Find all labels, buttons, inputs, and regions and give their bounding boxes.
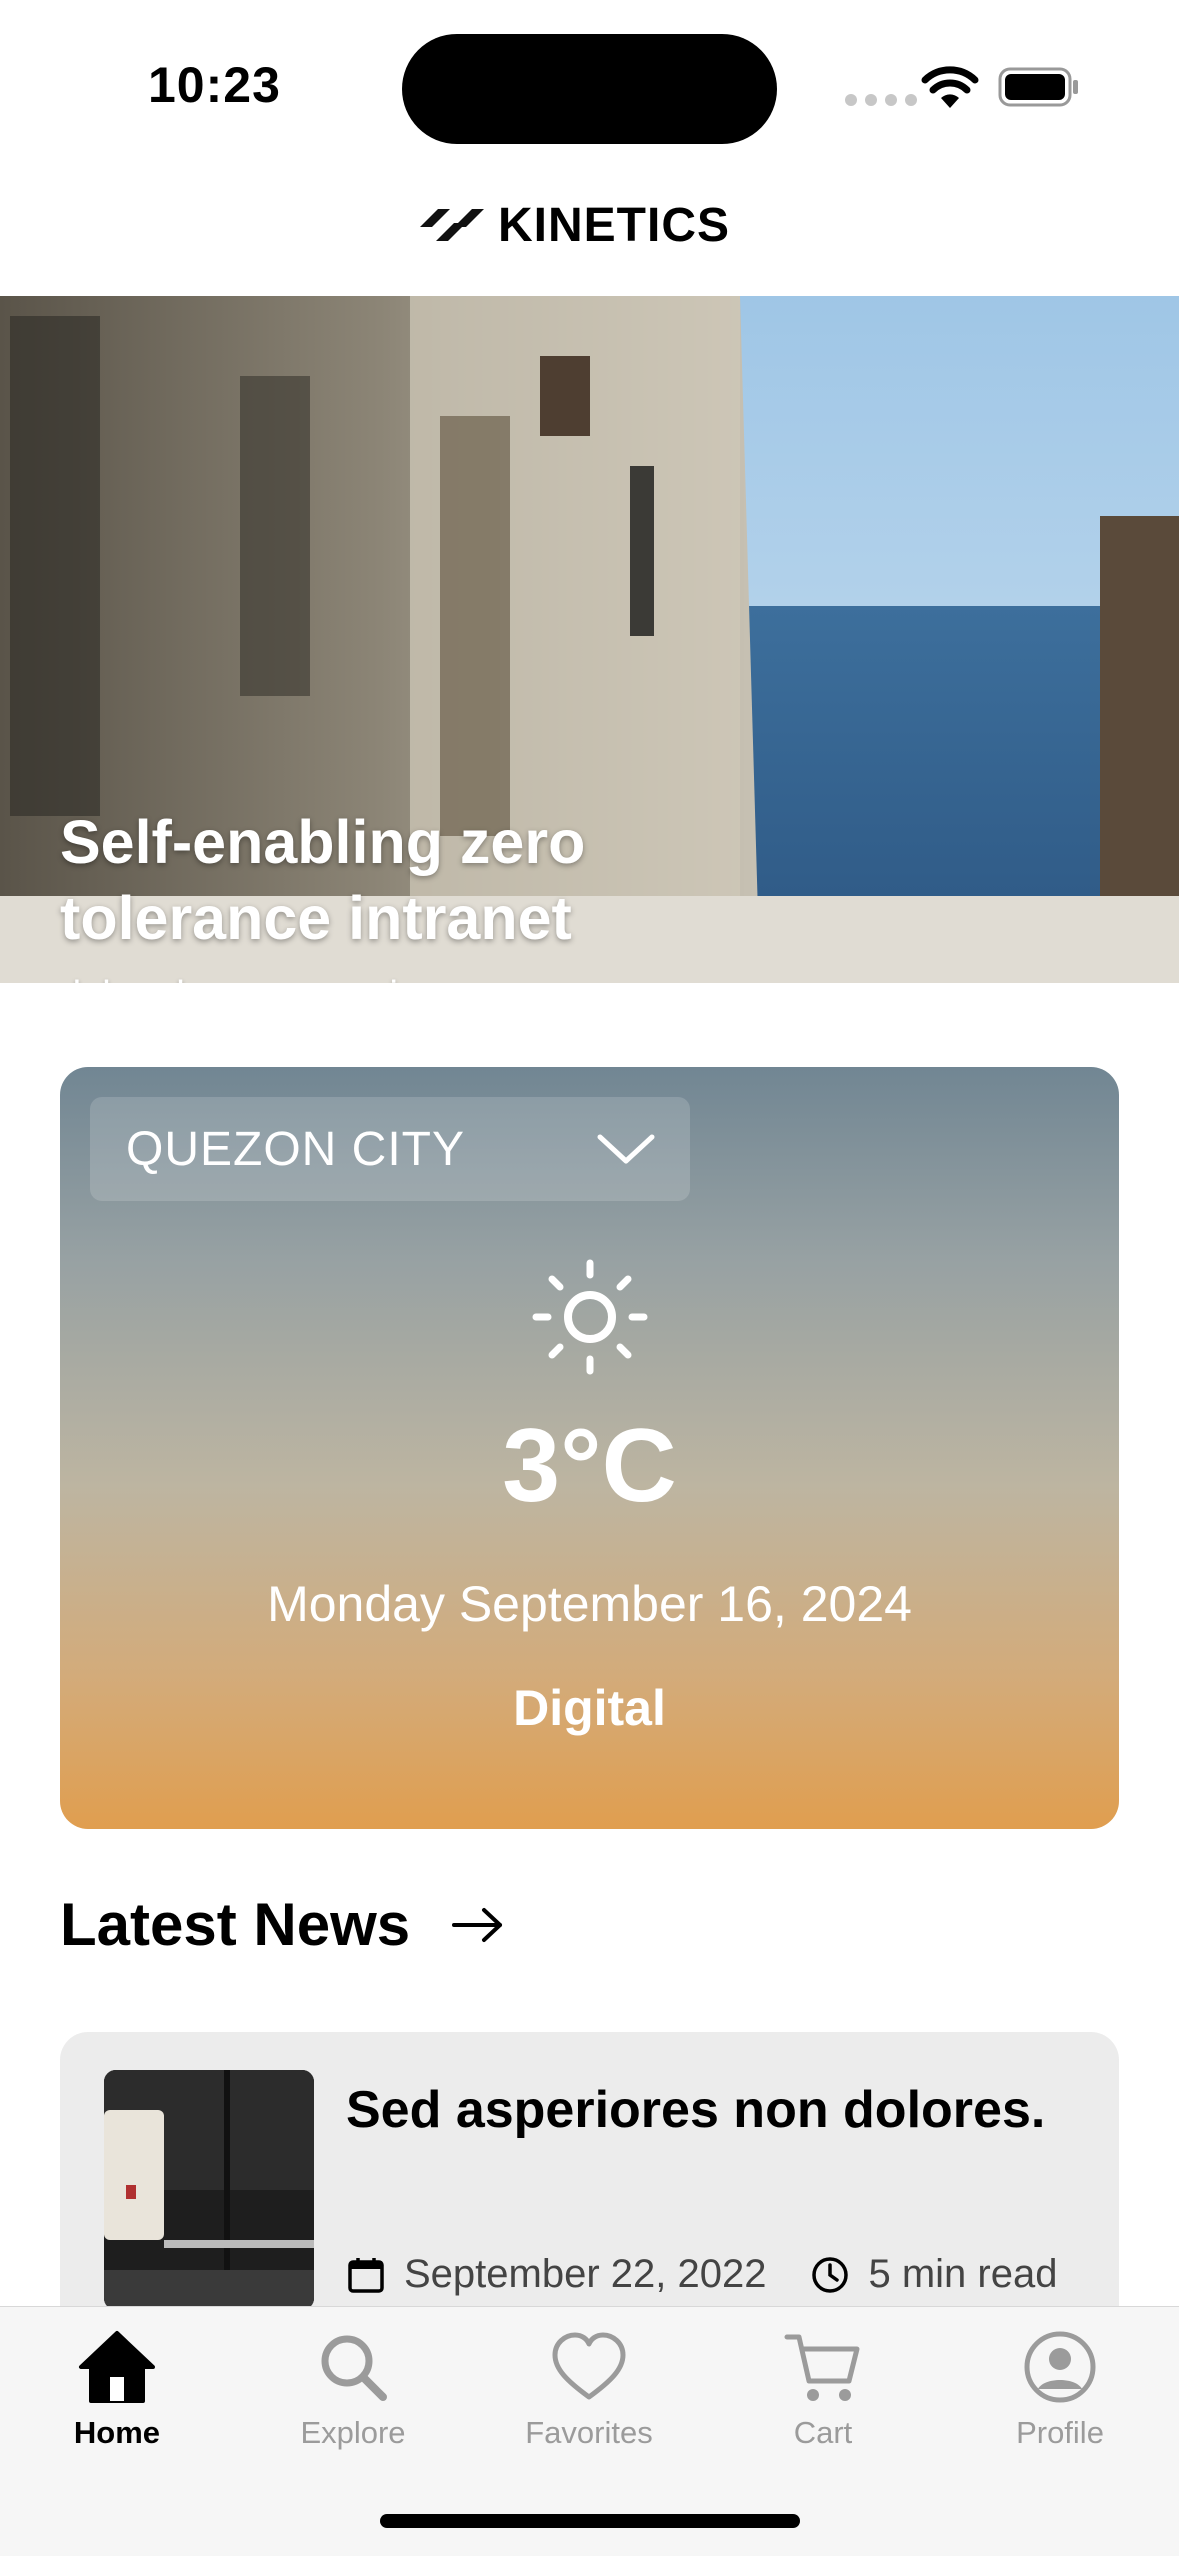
- hero-carousel[interactable]: Self-enabling zero tolerance intranet do…: [0, 296, 1179, 983]
- tab-label: Favorites: [525, 2415, 653, 2450]
- home-icon: [79, 2331, 155, 2403]
- home-indicator[interactable]: [380, 2514, 800, 2528]
- news-headline: Sed asperiores non dolores.: [346, 2081, 1046, 2139]
- news-meta: September 22, 2022 5 min read: [346, 2252, 1057, 2297]
- arrow-right-icon[interactable]: [450, 1905, 506, 1945]
- tab-profile[interactable]: Profile: [960, 2327, 1160, 2467]
- brand-name: KINETICS: [498, 198, 731, 252]
- heart-icon: [552, 2332, 626, 2400]
- cellular-signal-icon: [845, 94, 917, 106]
- hero-subtitle: dolore harum asperiores: [60, 974, 472, 983]
- chevron-down-icon: [597, 1134, 655, 1164]
- temperature: 3°C: [502, 1408, 677, 1524]
- latest-news-header[interactable]: Latest News: [60, 1890, 506, 1959]
- dynamic-island: [402, 34, 777, 144]
- tab-explore[interactable]: Explore: [253, 2327, 453, 2467]
- status-bar: 10:23: [0, 0, 1179, 170]
- weather-condition: Digital: [513, 1680, 666, 1736]
- tab-label: Cart: [793, 2415, 853, 2450]
- battery-icon: [998, 67, 1078, 107]
- city-dropdown-value: QUEZON CITY: [126, 1122, 466, 1176]
- weather-card: QUEZON CITY 3°C Monday September 16, 202…: [60, 1067, 1119, 1829]
- city-dropdown[interactable]: QUEZON CITY: [90, 1097, 690, 1201]
- weather-date: Monday September 16, 2024: [267, 1576, 912, 1632]
- hero-title: Self-enabling zero tolerance intranet: [60, 808, 586, 952]
- tab-favorites[interactable]: Favorites: [489, 2327, 689, 2467]
- tab-label: Profile: [1016, 2415, 1104, 2450]
- section-title: Latest News: [60, 1891, 411, 1958]
- news-read-time: 5 min read: [868, 2252, 1058, 2296]
- clock-icon: [812, 2256, 849, 2293]
- cart-icon: [784, 2334, 860, 2401]
- profile-icon: [1024, 2331, 1096, 2403]
- calendar-icon: [348, 2257, 384, 2293]
- tab-label: Home: [73, 2415, 161, 2450]
- status-time: 10:23: [148, 57, 281, 113]
- news-date: September 22, 2022: [404, 2252, 767, 2296]
- kinetics-logo-icon: [420, 209, 484, 241]
- tab-home[interactable]: Home: [17, 2327, 217, 2467]
- wifi-icon: [921, 66, 979, 108]
- tab-cart[interactable]: Cart: [723, 2327, 923, 2467]
- news-thumbnail: [104, 2070, 314, 2310]
- search-icon: [321, 2335, 387, 2401]
- sun-icon: [532, 1259, 648, 1375]
- tab-label: Explore: [300, 2415, 406, 2450]
- brand-logo: KINETICS: [420, 198, 760, 252]
